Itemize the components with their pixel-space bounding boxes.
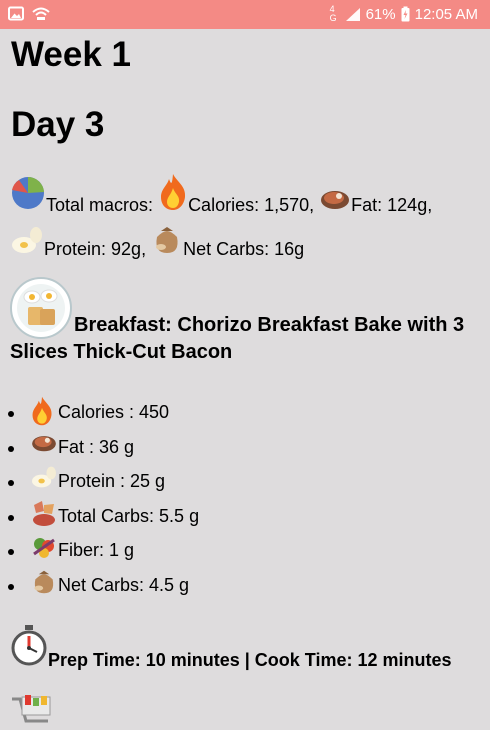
veggie-icon — [30, 534, 58, 562]
total-protein: Protein: 92g, — [44, 239, 147, 259]
total-macros-label: Total macros: — [46, 195, 154, 215]
sack-icon — [30, 569, 58, 597]
signal-icon — [345, 7, 361, 22]
status-bar: 4G 61% 12:05 AM — [0, 0, 490, 29]
list-item: Fat : 36 g — [7, 430, 199, 465]
fact-text: Calories : 450 — [58, 402, 170, 422]
fact-text: Net Carbs: 4.5 g — [58, 574, 190, 595]
shopping-cart-icon — [10, 695, 56, 730]
prep-cook-time: Prep Time: 10 minutes | Cook Time: 12 mi… — [10, 624, 484, 678]
clock: 12:05 AM — [414, 5, 478, 23]
total-calories: Calories: 1,570, — [188, 195, 315, 215]
battery-charging-icon — [401, 6, 410, 22]
wifi-hotspot-icon — [32, 6, 50, 21]
nutrition-facts-list: Calories : 450 Fat : 36 g Protein : 25 g… — [0, 395, 199, 603]
fact-text: Fiber: 1 g — [58, 540, 135, 561]
total-fat: Fat: 124g, — [351, 195, 433, 215]
list-item: Net Carbs: 4.5 g — [7, 568, 199, 603]
fact-text: Total Carbs: 5.5 g — [58, 505, 200, 526]
week-title: Week 1 — [11, 35, 131, 74]
network-type-label: 4G — [329, 4, 337, 23]
egg-icon — [10, 225, 44, 269]
pie-chart-icon — [10, 175, 46, 225]
fire-icon — [30, 396, 58, 425]
image-notification-icon — [8, 6, 24, 21]
list-item: Total Carbs: 5.5 g — [7, 499, 200, 534]
stopwatch-icon — [10, 624, 48, 678]
total-macros: Total macros: Calories: 1,570, Fat: 124g… — [10, 173, 480, 269]
fire-icon — [158, 173, 188, 225]
steak-icon — [30, 430, 58, 458]
list-item: Protein : 25 g — [7, 464, 199, 499]
battery-percent: 61% — [365, 5, 396, 23]
list-item: Fiber: 1 g — [7, 533, 199, 568]
list-item: Calories : 450 — [7, 395, 199, 430]
prep-text: Prep Time: 10 minutes | Cook Time: 12 mi… — [48, 650, 452, 670]
fact-text: Fat : 36 g — [58, 436, 135, 457]
steak-icon — [319, 185, 351, 225]
carbs-icon — [30, 499, 58, 527]
meal-title: Breakfast: Chorizo Breakfast Bake with 3… — [10, 314, 465, 363]
breakfast-plate-icon — [10, 277, 72, 339]
meal-heading: Breakfast: Chorizo Breakfast Bake with 3… — [10, 277, 484, 366]
egg-icon — [30, 465, 58, 493]
total-net-carbs: Net Carbs: 16g — [183, 239, 305, 259]
day-title: Day 3 — [11, 105, 105, 144]
sack-icon — [151, 225, 183, 269]
fact-text: Protein : 25 g — [58, 471, 166, 492]
